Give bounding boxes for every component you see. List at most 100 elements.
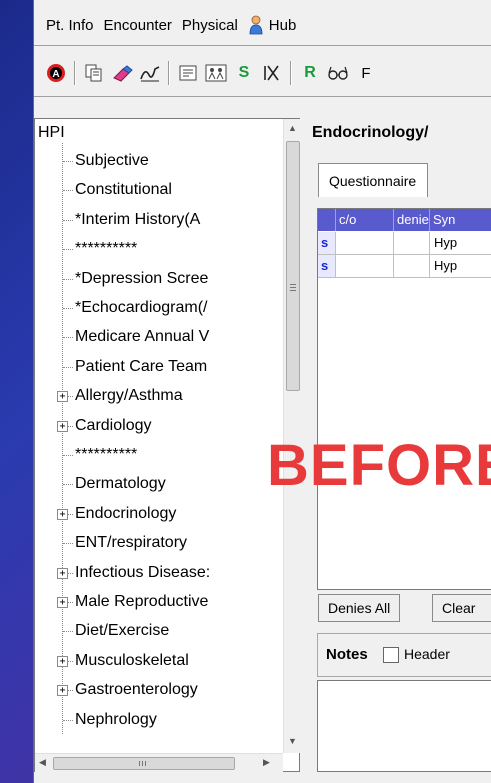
scroll-down-icon[interactable]: ▼ [288,736,297,746]
header-label: Header [404,646,450,662]
expand-plus-icon[interactable]: + [57,420,68,432]
row-flag: s [318,255,336,277]
expand-plus-icon[interactable]: + [57,685,68,697]
notes-toolbar: Notes Header [317,633,491,677]
grid-header: c/o denie Syn [318,209,491,231]
section-title: Endocrinology/ [312,124,429,141]
horizontal-scrollbar[interactable]: ◀ ▶ [35,753,283,772]
grid-header-flag [318,209,336,231]
tab-questionnaire[interactable]: Questionnaire [318,163,428,197]
row-flag: s [318,232,336,254]
alert-icon[interactable]: A [44,61,68,85]
expand-plus-icon[interactable]: + [57,567,68,579]
f-icon[interactable]: F [354,61,378,85]
tree-item[interactable]: Allergy/Asthma [75,384,183,408]
tree-connector [63,219,73,221]
signature-icon[interactable] [138,61,162,85]
divider [34,96,491,97]
tree-list: HPI Subjective Constitutional *Interim His… [35,119,283,753]
hpi-tree[interactable]: HPI Subjective Constitutional *Interim His… [34,118,301,772]
menu-encounter[interactable]: Encounter [99,17,177,34]
tree-item[interactable]: Infectious Disease: [75,561,210,585]
tree-connector [63,161,73,162]
header-checkbox[interactable] [383,647,399,663]
tree-item[interactable]: Diet/Exercise [75,619,169,643]
expand-plus-icon[interactable]: + [57,391,68,403]
tree-connector [63,308,73,309]
grid-header-denies[interactable]: denie [394,209,430,231]
person-icon [249,15,263,35]
tree-item[interactable]: Medicare Annual V [75,325,209,349]
tree-root[interactable]: HPI [38,121,65,145]
scroll-up-icon[interactable]: ▲ [288,123,297,133]
row-co-cell[interactable] [336,255,394,277]
tree-item[interactable]: Subjective [75,149,149,173]
tree-item[interactable]: Patient Care Team [75,355,207,379]
glasses-icon[interactable] [326,61,350,85]
scroll-thumb[interactable] [286,141,300,391]
scroll-left-icon[interactable]: ◀ [39,757,46,768]
tree-connector [63,719,73,721]
divider [34,45,491,46]
notes-textarea[interactable] [317,680,491,772]
menu-pt-info[interactable]: Pt. Info [34,17,99,34]
tree-connector [62,143,63,735]
clear-button[interactable]: Clear [432,594,491,622]
before-overlay-text: BEFORE [267,433,491,498]
tree-item[interactable]: ENT/respiratory [75,531,187,555]
row-symptom-cell: Hyp [434,235,458,250]
tree-item[interactable]: Dermatology [75,472,166,496]
hscroll-thumb[interactable] [53,757,235,770]
copy-icon[interactable] [82,61,106,85]
tree-item[interactable]: ********** [75,237,137,261]
grid-header-co[interactable]: c/o [336,209,394,231]
expand-plus-icon[interactable]: + [57,597,68,608]
menu-hub[interactable]: Hub [243,15,302,35]
note-icon[interactable] [176,61,200,85]
tree-item[interactable]: Endocrinology [75,502,176,526]
symptom-grid: c/o denie Syn s Hyp s Hyp [317,208,491,590]
menu-hub-label: Hub [268,16,297,34]
row-symptom-cell: Hyp [434,258,458,273]
tree-item[interactable]: Constitutional [75,178,172,202]
tree-item[interactable]: *Depression Scree [75,267,208,291]
menu-bar: Pt. Info Encounter Physical Hub [34,8,491,42]
tree-connector [63,631,73,633]
menu-physical[interactable]: Physical [177,17,243,34]
tree-item[interactable]: *Echocardiogram(/ [75,296,208,320]
tree-connector [63,543,73,545]
expand-plus-icon[interactable]: + [57,508,68,520]
toolbar: A S R F [34,56,491,90]
s-icon[interactable]: S [232,61,256,85]
family-icon[interactable] [204,61,228,85]
eraser-icon[interactable] [110,61,134,85]
row-co-cell[interactable] [336,232,394,254]
tree-item[interactable]: Male Reproductive [75,590,208,614]
tree-item[interactable]: Cardiology [75,414,151,438]
tree-item[interactable]: Musculoskeletal [75,649,189,673]
tree-item[interactable]: *Interim History(A [75,208,200,232]
svg-text:A: A [52,69,59,80]
row-denies-cell[interactable] [394,232,430,254]
tree-item[interactable]: ********** [75,443,137,467]
grid-header-symptom[interactable]: Syn [430,209,491,231]
tree-connector [63,249,73,251]
denies-all-button[interactable]: Denies All [318,594,401,622]
tree-item[interactable]: Nephrology [75,708,157,732]
rx-icon[interactable] [260,61,284,85]
r-icon[interactable]: R [298,61,322,85]
notes-label: Notes [326,646,368,663]
tree-item[interactable]: Gastroenterology [75,678,198,702]
tree-connector [63,337,73,339]
tree-connector [63,278,73,280]
table-row[interactable]: s Hyp [318,232,491,255]
tree-connector [63,484,73,486]
tree-connector [63,366,73,368]
tree-connector [63,455,73,456]
expand-plus-icon[interactable]: + [57,655,68,667]
row-denies-cell[interactable] [394,255,430,277]
tree-connector [63,190,73,192]
app-window: Pt. Info Encounter Physical Hub A S R F … [33,0,491,783]
table-row[interactable]: s Hyp [318,255,491,278]
scroll-right-icon[interactable]: ▶ [263,757,270,768]
